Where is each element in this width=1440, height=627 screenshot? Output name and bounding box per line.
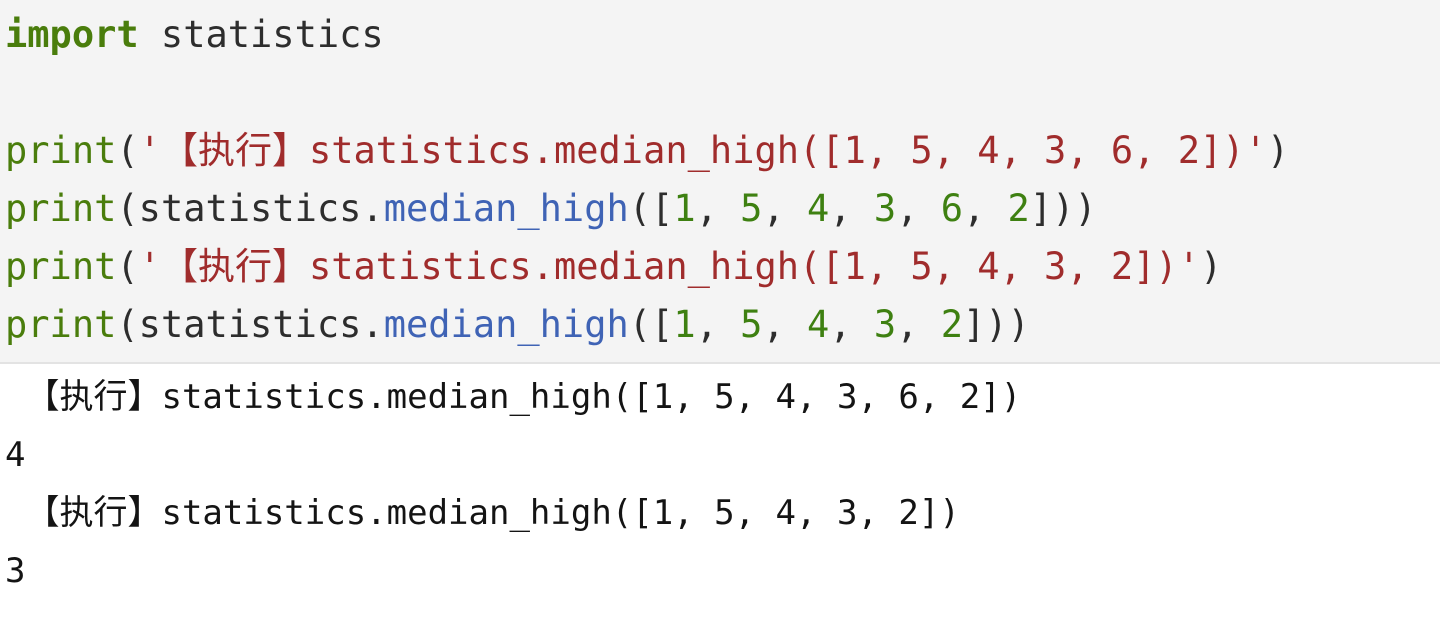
code-token-builtin: print <box>5 129 117 172</box>
cell-output-area: 【执行】statistics.median_high([1, 5, 4, 3, … <box>0 364 1440 600</box>
code-token-func: median_high <box>383 187 629 230</box>
code-token-punc: ) <box>1199 245 1223 288</box>
code-cell[interactable]: import statistics print('【执行】statistics.… <box>0 0 1440 364</box>
code-token-punc: ( <box>116 303 139 346</box>
code-token-num: 5 <box>740 303 763 346</box>
code-line[interactable]: print(statistics.median_high([1, 5, 4, 3… <box>0 296 1440 354</box>
code-token-plain: statistics <box>138 13 384 56</box>
output-line: 【执行】statistics.median_high([1, 5, 4, 3, … <box>5 493 960 533</box>
code-token-builtin: print <box>5 303 117 346</box>
code-token-punc: ])) <box>962 303 1030 346</box>
code-token-num: 3 <box>873 187 897 230</box>
code-token-str: '【执行】statistics.median_high([1, 5, 4, 3,… <box>138 245 1200 288</box>
code-token-punc: ([ <box>628 187 674 230</box>
code-line[interactable]: import statistics <box>0 6 1440 64</box>
code-line[interactable]: print('【执行】statistics.median_high([1, 5,… <box>0 238 1440 296</box>
code-token-kw: import <box>5 13 139 56</box>
output-line: 【执行】statistics.median_high([1, 5, 4, 3, … <box>5 377 1022 417</box>
code-token-num: 2 <box>1007 187 1030 230</box>
code-token-plain: statistics. <box>138 187 384 230</box>
code-token-punc: ) <box>1266 129 1290 172</box>
code-token-num: 4 <box>807 303 830 346</box>
code-token-num: 2 <box>940 303 963 346</box>
code-lines-container: import statistics print('【执行】statistics.… <box>0 6 1440 354</box>
code-token-punc: , <box>829 187 874 230</box>
output-line: 3 <box>5 551 26 591</box>
code-token-punc: , <box>695 303 741 346</box>
code-token-func: median_high <box>383 303 629 346</box>
code-token-num: 1 <box>673 187 696 230</box>
code-token-punc: ( <box>116 245 139 288</box>
code-token-punc: , <box>896 303 941 346</box>
code-token-punc: , <box>829 303 874 346</box>
code-token-num: 6 <box>940 187 963 230</box>
code-line[interactable]: print('【执行】statistics.median_high([1, 5,… <box>0 122 1440 180</box>
code-line[interactable]: print(statistics.median_high([1, 5, 4, 3… <box>0 180 1440 238</box>
code-line[interactable] <box>0 64 1440 122</box>
code-token-punc: , <box>896 187 941 230</box>
code-token-num: 1 <box>673 303 696 346</box>
code-token-punc: ([ <box>628 303 674 346</box>
code-token-punc: ( <box>116 187 139 230</box>
code-token-punc: ( <box>116 129 139 172</box>
code-token-punc: ])) <box>1029 187 1097 230</box>
output-line: 4 <box>5 435 26 475</box>
code-token-str: '【执行】statistics.median_high([1, 5, 4, 3,… <box>138 129 1267 172</box>
code-token-punc: , <box>762 303 808 346</box>
code-token-punc: , <box>695 187 741 230</box>
code-token-num: 4 <box>807 187 830 230</box>
code-token-punc: , <box>962 187 1008 230</box>
output-lines-container: 【执行】statistics.median_high([1, 5, 4, 3, … <box>0 368 1440 600</box>
code-token-num: 5 <box>740 187 763 230</box>
code-token-builtin: print <box>5 187 117 230</box>
code-token-plain: statistics. <box>138 303 384 346</box>
code-token-num: 3 <box>873 303 897 346</box>
code-token-punc: , <box>762 187 808 230</box>
code-token-builtin: print <box>5 245 117 288</box>
